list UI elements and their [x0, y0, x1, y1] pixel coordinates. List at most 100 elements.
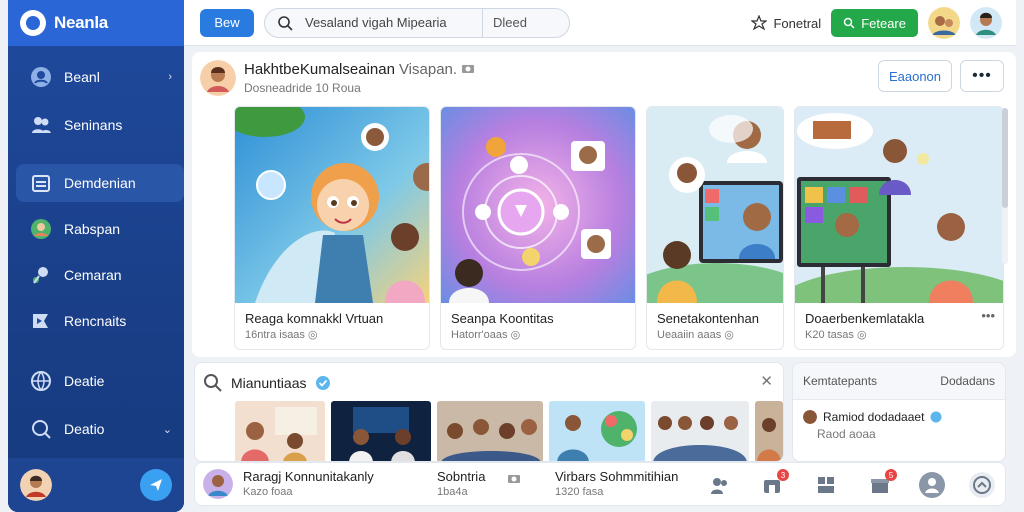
tab-details[interactable]: Dodadans	[940, 374, 995, 388]
notification-badge: 3	[777, 469, 789, 481]
card-illustration	[441, 107, 635, 303]
brand[interactable]: Neanla	[8, 0, 184, 46]
topbar-actions: Fonetral Feteare	[751, 7, 1002, 39]
card-meta-text: 16ntra isaas	[245, 329, 305, 341]
bottom-item-title: Raragj Konnunitakanly	[243, 469, 374, 484]
camera-icon	[462, 65, 475, 73]
contacts-tabs: Kemtatepants Dodadans	[793, 363, 1005, 400]
search-filter-select[interactable]: Dleed	[493, 15, 569, 30]
thumbnail[interactable]	[235, 401, 325, 461]
contact-row[interactable]: Ramiod dodadaaet	[793, 400, 1005, 424]
bottom-item[interactable]: Sobntria 1ba4a	[437, 469, 485, 498]
sidebar: Neanla Beanl › Seninans Demdenian Rabspa…	[8, 0, 184, 512]
chevron-right-icon: ›	[168, 71, 172, 83]
verified-badge-icon	[315, 376, 330, 390]
card-caption: Reaga komnakkl Vrtuan	[245, 311, 384, 326]
card-illustration	[235, 107, 429, 303]
media-card[interactable]: Reaga komnakkl Vrtuan 16ntra isaas ◎	[234, 106, 430, 350]
thumbnail[interactable]	[651, 401, 749, 461]
sidebar-item-demdenian[interactable]: Demdenian	[16, 164, 184, 202]
verified-icon: ◎	[856, 329, 867, 341]
sidebar-footer	[8, 458, 184, 512]
contacts-panel: Kemtatepants Dodadans Ramiod dodadaaet R…	[792, 362, 1006, 462]
globe-icon	[30, 370, 52, 392]
thumbnail[interactable]	[549, 401, 645, 461]
sidebar-item-label: Rabspan	[64, 221, 121, 237]
favorites-button[interactable]: Fonetral	[751, 15, 821, 31]
bottom-item-meta: 1320 fasa	[555, 486, 604, 498]
sidebar-item-label: Deatio	[64, 421, 105, 437]
media-card[interactable]: Senetakontenhan Ueaaiin aaas ◎	[646, 106, 784, 350]
contact-name: Ramiod dodadaaet	[823, 410, 925, 424]
page-title-muted: Visapan.	[398, 61, 458, 78]
card-caption: Seanpa Koontitas	[451, 311, 554, 326]
more-options-button[interactable]: •••	[960, 60, 1004, 92]
close-icon[interactable]: ✕	[760, 372, 773, 390]
people-icon[interactable]	[707, 472, 733, 498]
sidebar-item-label: Cemaran	[64, 267, 122, 283]
media-card[interactable]: Seanpa Koontitas Hatorr'oaas ◎	[440, 106, 636, 350]
card-more-button[interactable]: •••	[981, 308, 995, 323]
bottom-item-title: Sobntria	[437, 469, 486, 484]
action-outline-button[interactable]: Eaaonon	[878, 60, 952, 92]
search-input[interactable]: Vesaland vigah Mipearia Dleed	[264, 7, 570, 38]
community-panel: Mianuntiaas ✕	[194, 362, 784, 462]
search-icon[interactable]	[203, 373, 223, 393]
sidebar-item-label: Beanl	[64, 69, 100, 85]
sidebar-item-rabspan[interactable]: Rabspan	[16, 210, 184, 248]
sidebar-item-cemaran[interactable]: Cemaran	[16, 256, 184, 294]
bottom-avatar[interactable]	[203, 469, 233, 499]
thumbnail[interactable]	[755, 401, 783, 461]
favorites-label: Fonetral	[773, 15, 822, 31]
flag-icon	[30, 310, 52, 332]
card-meta-text: K20 tasas	[805, 329, 854, 341]
sidebar-item-label: Rencnaits	[64, 313, 127, 329]
search-placeholder: Vesaland vigah Mipearia	[305, 15, 447, 30]
card-caption: Doaerbenkemlatakla	[805, 311, 925, 326]
main-panel: HakhtbeKumalseainan Visapan. Dosneadride …	[192, 52, 1016, 357]
card-illustration	[795, 107, 1003, 303]
card-meta: Ueaaiin aaas ◎	[647, 326, 783, 343]
search-person-icon	[30, 264, 52, 286]
sidebar-item-beanl[interactable]: Beanl ›	[16, 58, 184, 96]
thumbnail[interactable]	[437, 401, 543, 461]
calendar-icon	[30, 172, 52, 194]
page-subtitle: Dosneadride 10 Roua	[244, 81, 361, 95]
verified-icon: ◎	[510, 329, 521, 341]
community-header: Mianuntiaas	[195, 363, 783, 403]
profile-icon[interactable]	[919, 472, 945, 498]
send-icon	[150, 479, 162, 491]
card-grid: Reaga komnakkl Vrtuan 16ntra isaas ◎ Sea…	[234, 106, 1004, 350]
search-icon	[30, 418, 52, 440]
sidebar-item-seninans[interactable]: Seninans	[16, 106, 184, 144]
user-avatar[interactable]	[20, 469, 52, 501]
compose-fab-button[interactable]	[140, 469, 172, 501]
group-icon[interactable]	[813, 472, 839, 498]
bottom-item-title: Virbars Sohmmitihian	[555, 469, 679, 484]
bottom-item[interactable]: Raragj Konnunitakanly Kazo foaa	[243, 469, 374, 498]
sidebar-item-deatie[interactable]: Deatie	[16, 362, 184, 400]
people-icon	[30, 114, 52, 136]
thumbnail[interactable]	[331, 401, 431, 461]
media-card[interactable]: Doaerbenkemlatakla K20 tasas ◎ •••	[794, 106, 1004, 350]
gift-icon[interactable]: 5	[867, 469, 897, 498]
scrollbar[interactable]	[1002, 108, 1008, 264]
share-icon[interactable]	[969, 472, 995, 498]
contact-meta: Raod aoaa	[817, 427, 876, 441]
chevron-down-icon: ⌄	[162, 423, 172, 436]
tab-participants[interactable]: Kemtatepants	[803, 374, 877, 388]
sidebar-item-deatio[interactable]: Deatio ⌄	[16, 410, 184, 448]
page-title-text: HakhtbeKumalseainan	[244, 61, 395, 78]
store-icon[interactable]: 3	[759, 469, 789, 498]
scrollbar-thumb[interactable]	[1002, 108, 1008, 208]
bottom-item[interactable]: Virbars Sohmmitihian 1320 fasa	[555, 469, 678, 498]
sidebar-item-rencnaits[interactable]: Rencnaits	[16, 302, 184, 340]
author-avatar[interactable]	[200, 60, 236, 96]
card-meta: 16ntra isaas ◎	[235, 326, 429, 343]
feature-button[interactable]: Feteare	[831, 9, 918, 37]
family-avatar[interactable]	[928, 7, 960, 39]
profile-avatar[interactable]	[970, 7, 1002, 39]
verified-icon: ◎	[724, 329, 734, 341]
new-button[interactable]: Bew	[200, 8, 254, 37]
bottom-item-meta: Kazo foaa	[243, 486, 293, 498]
